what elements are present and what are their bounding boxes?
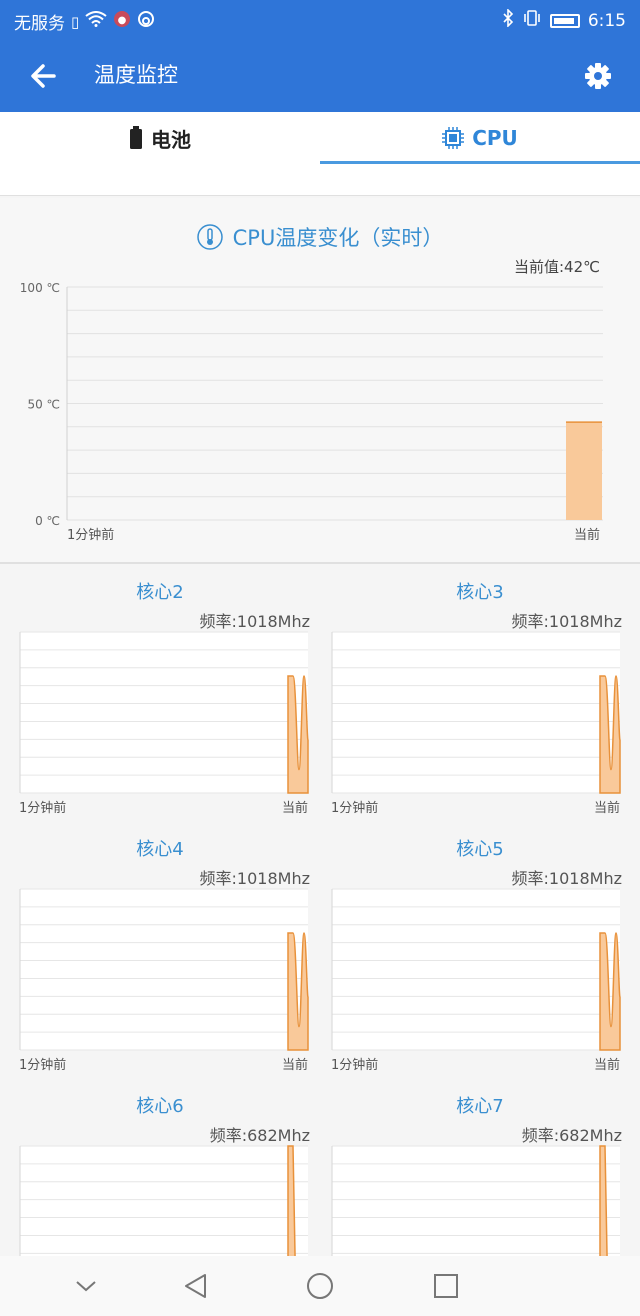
tab-cpu[interactable]: CPU xyxy=(320,112,640,164)
core-chart-card: 核心3 频率:1018Mhz 1分钟前 当前 xyxy=(320,566,640,823)
cpu-chip-icon xyxy=(442,127,465,149)
bluetooth-icon xyxy=(502,8,514,32)
cpu-temperature-card: CPU温度变化（实时） 当前值:42℃ 100 ℃ 50 ℃ 0 ℃ 1分钟前 当前 xyxy=(0,198,640,564)
battery-icon xyxy=(130,126,142,149)
page-title: 温度监控 xyxy=(94,63,178,87)
status-right: 6:15 xyxy=(502,8,626,32)
system-nav-bar xyxy=(0,1256,640,1316)
core-chart-card: 核心5 频率:1018Mhz 1分钟前 当前 xyxy=(320,823,640,1080)
vibrate-icon xyxy=(522,9,542,32)
nav-collapse-button[interactable] xyxy=(66,1266,106,1306)
status-bar: 无服务 ▯ ● 6:15 xyxy=(0,0,640,40)
clock-text: 6:15 xyxy=(587,10,626,31)
x-tick-label: 当前 xyxy=(282,1057,308,1073)
tab-cpu-label: CPU xyxy=(472,126,518,150)
app-icon xyxy=(137,10,155,33)
nav-recents-button[interactable] xyxy=(426,1266,466,1306)
chart-plot-area xyxy=(20,889,308,1050)
core-chart-card: 核心2 频率:1018Mhz 1分钟前 当前 xyxy=(0,566,320,823)
chart-plot-area xyxy=(20,632,308,793)
cpu-temperature-chart: 100 ℃ 50 ℃ 0 ℃ 1分钟前 当前 xyxy=(20,281,603,543)
core-frequency-chart: 1分钟前 当前 xyxy=(331,631,621,816)
battery-icon xyxy=(549,13,580,28)
chevron-down-icon xyxy=(76,1281,96,1292)
back-button[interactable] xyxy=(24,56,64,96)
x-tick-label: 当前 xyxy=(574,527,600,543)
settings-button[interactable] xyxy=(578,56,618,96)
x-tick-label: 1分钟前 xyxy=(331,800,378,816)
notification-icon: ● xyxy=(113,10,131,33)
gear-icon xyxy=(585,63,611,89)
y-tick-label: 0 ℃ xyxy=(35,514,60,528)
status-left: 无服务 ▯ ● xyxy=(14,9,155,34)
app-bar: 温度监控 xyxy=(0,40,640,112)
carrier-text: 无服务 xyxy=(14,14,65,34)
x-tick-label: 1分钟前 xyxy=(19,800,66,816)
core-chart-card: 核心4 频率:1018Mhz 1分钟前 当前 xyxy=(0,823,320,1080)
scrolled-content-strip xyxy=(0,164,640,196)
wifi-icon xyxy=(85,11,107,32)
x-tick-label: 1分钟前 xyxy=(331,1057,378,1073)
tab-battery-label: 电池 xyxy=(151,127,191,152)
x-tick-label: 1分钟前 xyxy=(67,527,114,543)
recents-square-icon xyxy=(434,1274,458,1298)
x-tick-label: 当前 xyxy=(594,800,620,816)
y-tick-label: 100 ℃ xyxy=(20,281,60,295)
core-frequency-chart: 1分钟前 当前 xyxy=(19,888,309,1073)
nav-home-button[interactable] xyxy=(300,1266,340,1306)
x-tick-label: 1分钟前 xyxy=(19,1057,66,1073)
sim-alert-icon: ▯ xyxy=(71,12,80,31)
back-triangle-icon xyxy=(185,1274,206,1298)
chart-plot-area xyxy=(332,632,620,793)
tab-bar: 电池 CPU xyxy=(0,112,640,164)
temperature-area xyxy=(566,422,602,520)
core-frequency-chart: 1分钟前 当前 xyxy=(19,631,309,816)
x-tick-label: 当前 xyxy=(282,800,308,816)
nav-back-button[interactable] xyxy=(176,1266,216,1306)
y-tick-label: 50 ℃ xyxy=(27,398,60,412)
x-tick-label: 当前 xyxy=(594,1057,620,1073)
chart-plot-area xyxy=(332,889,620,1050)
core-frequency-chart: 1分钟前 当前 xyxy=(331,888,621,1073)
home-circle-icon xyxy=(307,1273,333,1299)
tab-battery[interactable]: 电池 xyxy=(0,112,320,164)
arrow-left-icon xyxy=(31,64,56,88)
svg-text:●: ● xyxy=(118,15,127,26)
